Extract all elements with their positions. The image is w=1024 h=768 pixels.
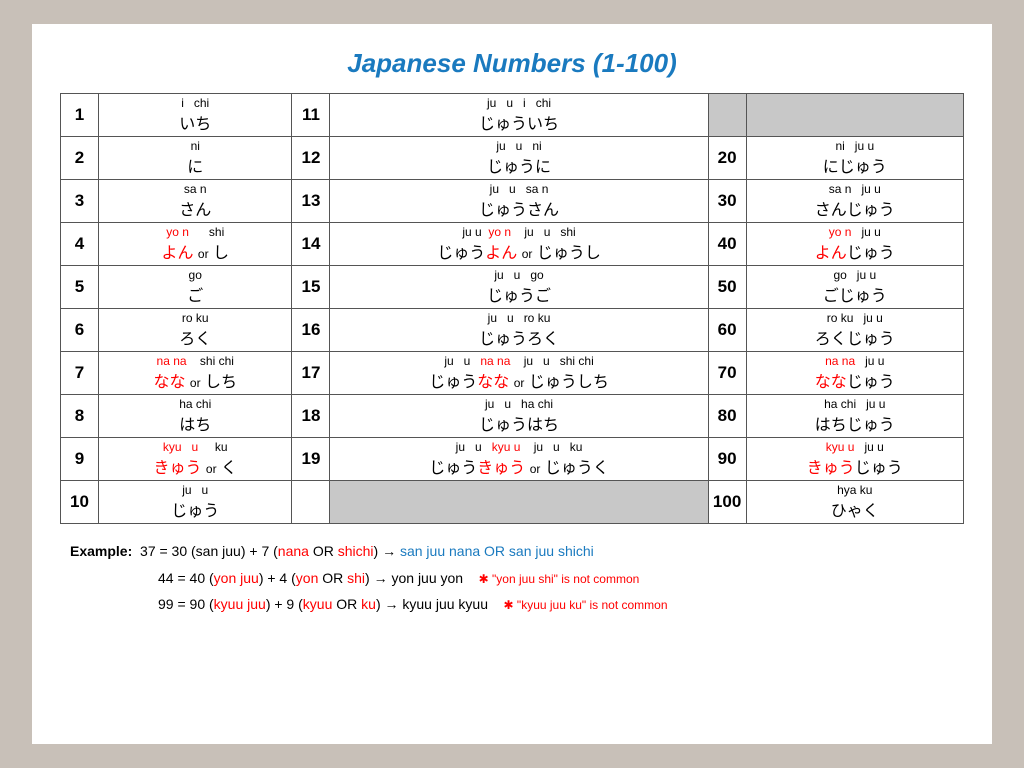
number-18: 18 [292, 395, 330, 438]
content-30: sa n ju u さんじゅう [746, 180, 963, 223]
content-3: sa n さん [99, 180, 292, 223]
table-row: 4 yo n shi よん or し 14 ju u yo n ju u shi… [61, 223, 964, 266]
table-row: 9 kyu u ku きゅう or く 19 ju u kyu u ju u k… [61, 438, 964, 481]
content-5: go ご [99, 266, 292, 309]
content-9: kyu u ku きゅう or く [99, 438, 292, 481]
table-row: 7 na na shi chi なな or しち 17 ju u na na j… [61, 352, 964, 395]
number-1: 1 [61, 94, 99, 137]
table-row: 10 ju u じゅう 100 hya ku ひゃく [61, 481, 964, 524]
number-4: 4 [61, 223, 99, 266]
number-7: 7 [61, 352, 99, 395]
table-row: 5 go ご 15 ju u go じゅうご 50 go ju u ごじゅう [61, 266, 964, 309]
number-90: 90 [708, 438, 746, 481]
number-80: 80 [708, 395, 746, 438]
content-14: ju u yo n ju u shi じゅうよん or じゅうし [330, 223, 708, 266]
numbers-table: 1 i chi いち 11 ju u i chi じゅういち 2 ni [60, 93, 964, 524]
empty-cell [708, 94, 746, 137]
content-7: na na shi chi なな or しち [99, 352, 292, 395]
content-1: i chi いち [99, 94, 292, 137]
number-16: 16 [292, 309, 330, 352]
number-17: 17 [292, 352, 330, 395]
number-11: 11 [292, 94, 330, 137]
content-60: ro ku ju u ろくじゅう [746, 309, 963, 352]
content-13: ju u sa n じゅうさん [330, 180, 708, 223]
content-17: ju u na na ju u shi chi じゅうなな or じゅうしち [330, 352, 708, 395]
empty-content [746, 94, 963, 137]
number-5: 5 [61, 266, 99, 309]
content-15: ju u go じゅうご [330, 266, 708, 309]
content-11: ju u i chi じゅういち [330, 94, 708, 137]
content-6: ro ku ろく [99, 309, 292, 352]
number-70: 70 [708, 352, 746, 395]
number-3: 3 [61, 180, 99, 223]
content-16: ju u ro ku じゅうろく [330, 309, 708, 352]
content-18: ju u ha chi じゅうはち [330, 395, 708, 438]
content-20: ni ju u にじゅう [746, 137, 963, 180]
content-19: ju u kyu u ju u ku じゅうきゅう or じゅうく [330, 438, 708, 481]
number-8: 8 [61, 395, 99, 438]
table-row: 3 sa n さん 13 ju u sa n じゅうさん 30 sa n ju … [61, 180, 964, 223]
example-2: 44 = 40 (yon juu) + 4 (yon OR shi) → yon… [70, 565, 964, 592]
content-20-empty [330, 481, 708, 524]
number-20-empty [292, 481, 330, 524]
content-8: ha chi はち [99, 395, 292, 438]
number-100: 100 [708, 481, 746, 524]
table-row: 1 i chi いち 11 ju u i chi じゅういち [61, 94, 964, 137]
content-40: yo n ju u よんじゅう [746, 223, 963, 266]
number-9: 9 [61, 438, 99, 481]
number-6: 6 [61, 309, 99, 352]
content-12: ju u ni じゅうに [330, 137, 708, 180]
content-50: go ju u ごじゅう [746, 266, 963, 309]
number-40: 40 [708, 223, 746, 266]
number-2: 2 [61, 137, 99, 180]
content-4: yo n shi よん or し [99, 223, 292, 266]
content-70: na na ju u ななじゅう [746, 352, 963, 395]
content-100: hya ku ひゃく [746, 481, 963, 524]
number-12: 12 [292, 137, 330, 180]
table-row: 8 ha chi はち 18 ju u ha chi じゅうはち 80 ha c… [61, 395, 964, 438]
table-row: 2 ni に 12 ju u ni じゅうに 20 ni ju u にじゅう [61, 137, 964, 180]
number-14: 14 [292, 223, 330, 266]
number-19: 19 [292, 438, 330, 481]
number-13: 13 [292, 180, 330, 223]
number-30: 30 [708, 180, 746, 223]
page-title: Japanese Numbers (1-100) [60, 48, 964, 79]
content-90: kyu u ju u きゅうじゅう [746, 438, 963, 481]
table-row: 6 ro ku ろく 16 ju u ro ku じゅうろく 60 ro ku … [61, 309, 964, 352]
content-2: ni に [99, 137, 292, 180]
content-10: ju u じゅう [99, 481, 292, 524]
main-card: Japanese Numbers (1-100) 1 i chi いち 11 j… [32, 24, 992, 744]
content-80: ha chi ju u はちじゅう [746, 395, 963, 438]
examples-section: Example: 37 = 30 (san juu) + 7 (nana OR … [60, 538, 964, 618]
example-3: 99 = 90 (kyuu juu) + 9 (kyuu OR ku) → ky… [70, 591, 964, 618]
number-50: 50 [708, 266, 746, 309]
number-60: 60 [708, 309, 746, 352]
number-10: 10 [61, 481, 99, 524]
number-20: 20 [708, 137, 746, 180]
example-1: Example: 37 = 30 (san juu) + 7 (nana OR … [70, 538, 964, 565]
number-15: 15 [292, 266, 330, 309]
